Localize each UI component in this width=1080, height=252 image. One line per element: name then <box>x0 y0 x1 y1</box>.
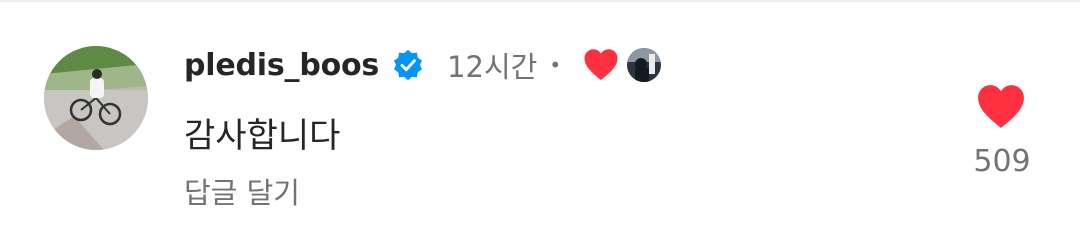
heart-filled-icon <box>978 85 1024 128</box>
comment-text: 감사합니다 <box>184 116 341 156</box>
reply-button[interactable]: 답글 달기 <box>184 170 300 212</box>
creator-avatar <box>627 48 662 82</box>
comment-header: pledis_boos 12시간 • <box>184 42 662 88</box>
divider <box>0 0 1080 2</box>
commenter-avatar[interactable] <box>44 46 148 150</box>
like-count[interactable]: 509 <box>960 144 1044 179</box>
verified-badge-icon <box>391 48 425 82</box>
comment-item: pledis_boos 12시간 • 감사합니다 답글 달기 509 <box>0 0 1080 252</box>
heart-filled-icon <box>583 48 619 82</box>
username[interactable]: pledis_boos <box>184 48 379 83</box>
comment-timestamp: 12시간 <box>447 50 538 84</box>
like-button[interactable] <box>976 84 1026 130</box>
separator-dot: • <box>549 53 562 77</box>
